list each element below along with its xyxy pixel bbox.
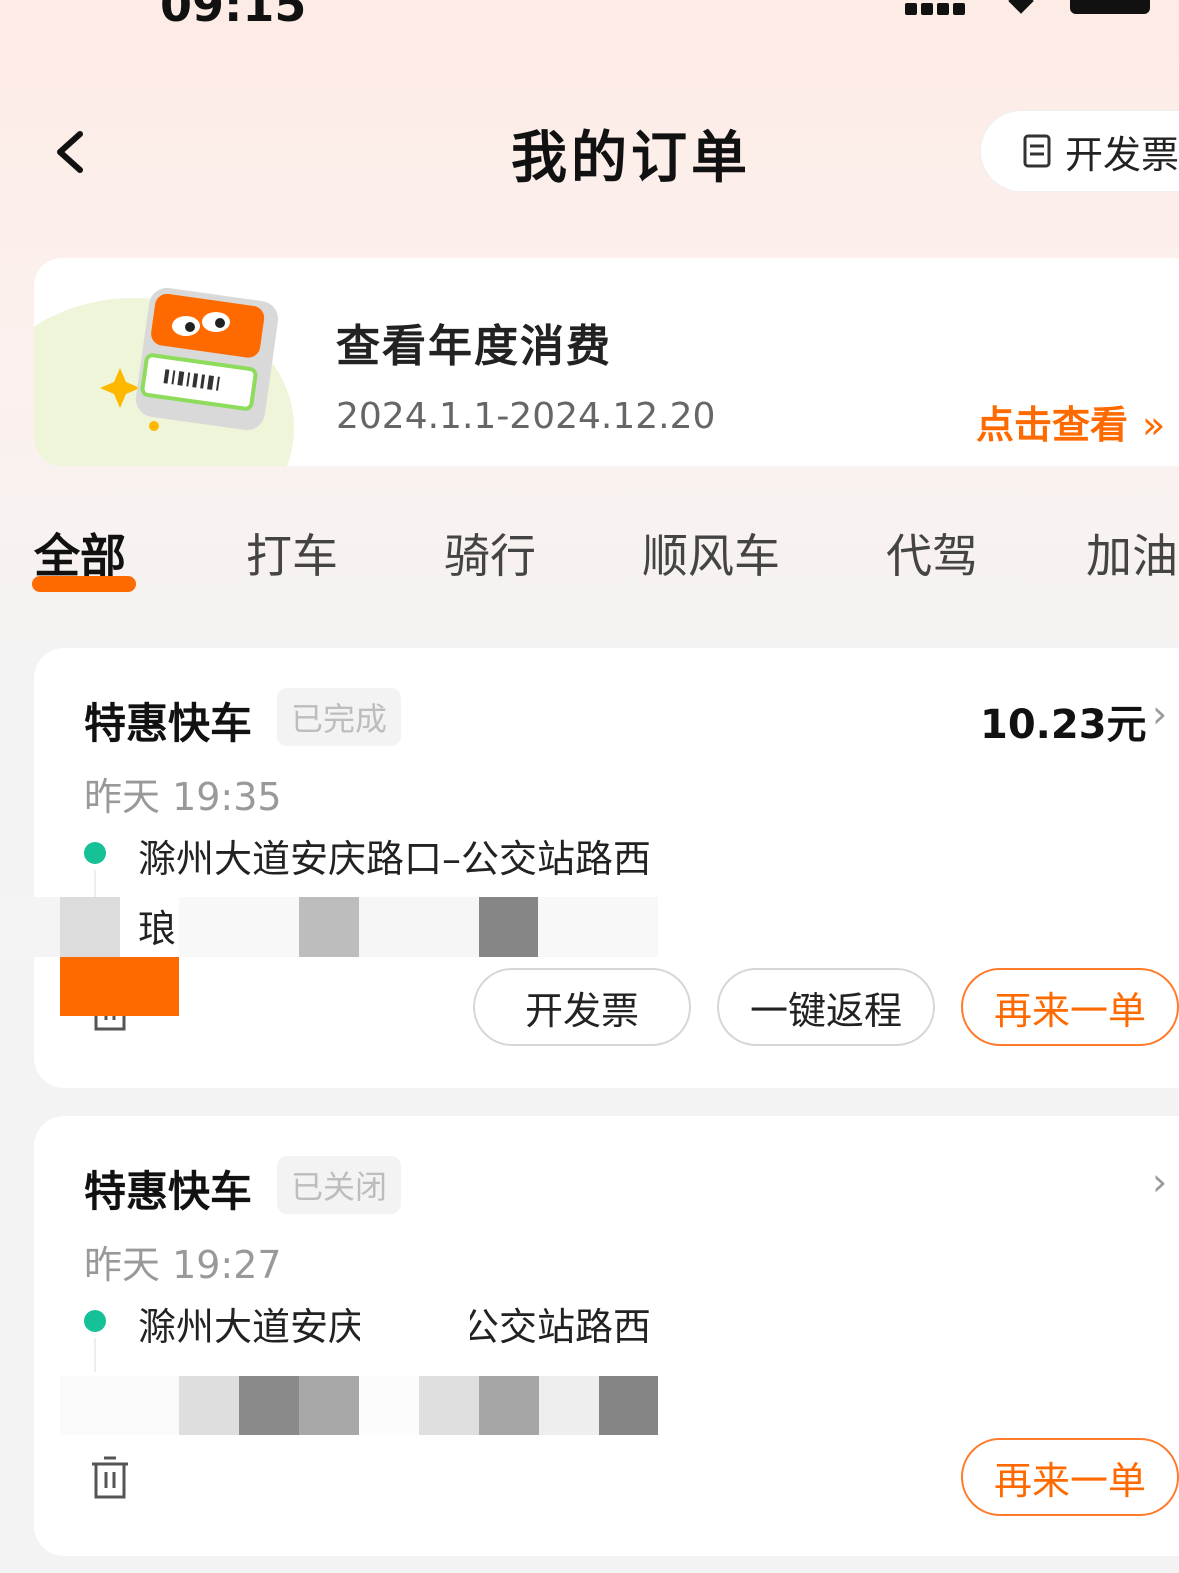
redaction-block bbox=[539, 1376, 599, 1435]
order-time: 昨天 19:35 bbox=[84, 775, 282, 819]
redaction-block bbox=[419, 1376, 479, 1435]
chevron-right-icon[interactable]: › bbox=[1152, 1160, 1167, 1204]
active-tab-indicator bbox=[32, 576, 136, 592]
invoice-button-label: 开发票 bbox=[1065, 132, 1179, 177]
redaction-block bbox=[179, 897, 299, 957]
return-trip-button[interactable]: 一键返程 bbox=[717, 968, 935, 1046]
double-chevron-right-icon: » bbox=[1142, 403, 1166, 447]
view-details-link[interactable]: 点击查看 » bbox=[976, 394, 1165, 449]
order-again-button[interactable]: 再来一单 bbox=[961, 968, 1179, 1046]
tab-taxi[interactable]: 打车 bbox=[246, 520, 338, 586]
service-type: 特惠快车 bbox=[84, 1167, 253, 1216]
issue-invoice-button[interactable]: 开发票 bbox=[473, 968, 691, 1046]
redaction-block bbox=[479, 1376, 539, 1435]
order-card[interactable]: 特惠快车 已完成 10.23元 › 昨天 19:35 滁州大道安庆路口–公交站路… bbox=[34, 648, 1179, 1088]
redaction-block bbox=[60, 1376, 179, 1435]
route-connector bbox=[94, 1338, 96, 1372]
service-type: 特惠快车 bbox=[84, 699, 253, 748]
redaction-block bbox=[360, 1300, 470, 1344]
redaction-block bbox=[60, 897, 120, 957]
order-time: 昨天 19:27 bbox=[84, 1243, 282, 1287]
annual-spending-banner[interactable]: 查看年度消费 2024.1.1-2024.12.20 点击查看 » bbox=[34, 258, 1179, 466]
order-again-button[interactable]: 再来一单 bbox=[961, 1438, 1179, 1516]
redaction-block bbox=[538, 897, 658, 957]
redaction-block bbox=[599, 1376, 658, 1435]
redaction-block bbox=[299, 1376, 359, 1435]
status-badge: 已关闭 bbox=[277, 1156, 402, 1214]
status-time: 09:15 bbox=[160, 0, 307, 32]
redaction-block bbox=[299, 897, 359, 957]
redaction-block bbox=[60, 957, 179, 1016]
end-address: 琅 bbox=[138, 907, 177, 951]
status-badge: 已完成 bbox=[277, 688, 402, 746]
redaction-block bbox=[479, 897, 538, 957]
view-details-label: 点击查看 bbox=[976, 403, 1129, 447]
trash-icon[interactable] bbox=[90, 1456, 130, 1500]
receipt-mascot-icon bbox=[100, 287, 279, 431]
order-card[interactable]: 特惠快车 已关闭 › 昨天 19:27 滁州大道安庆路口–公交站路西 再来一单 bbox=[34, 1116, 1179, 1556]
redaction-block bbox=[359, 1376, 419, 1435]
battery-icon bbox=[1070, 0, 1150, 14]
tab-cycling[interactable]: 骑行 bbox=[444, 520, 536, 586]
redaction-block bbox=[179, 1376, 239, 1435]
redaction-block bbox=[0, 897, 60, 957]
start-address: 滁州大道安庆路口–公交站路西 bbox=[138, 837, 652, 881]
banner-title: 查看年度消费 bbox=[336, 321, 612, 372]
redaction-block bbox=[359, 897, 479, 957]
invoice-button[interactable]: 开发票 bbox=[980, 110, 1179, 192]
tab-carpool[interactable]: 顺风车 bbox=[642, 520, 780, 586]
document-icon bbox=[1023, 134, 1051, 168]
chevron-right-icon[interactable]: › bbox=[1152, 692, 1167, 736]
order-price: 10.23元 bbox=[980, 702, 1147, 748]
start-point-icon bbox=[84, 1310, 106, 1332]
redaction-block bbox=[239, 1376, 299, 1435]
tab-refuel[interactable]: 加油 bbox=[1086, 520, 1178, 586]
start-point-icon bbox=[84, 842, 106, 864]
signal-icon bbox=[905, 0, 975, 15]
order-category-tabs: 全部 打车 骑行 顺风车 代驾 加油 bbox=[0, 520, 1179, 600]
banner-date-range: 2024.1.1-2024.12.20 bbox=[336, 396, 716, 437]
status-bar: 09:15 bbox=[0, 0, 1179, 32]
tab-designated-driver[interactable]: 代驾 bbox=[886, 520, 978, 586]
wifi-icon bbox=[1008, 0, 1034, 14]
